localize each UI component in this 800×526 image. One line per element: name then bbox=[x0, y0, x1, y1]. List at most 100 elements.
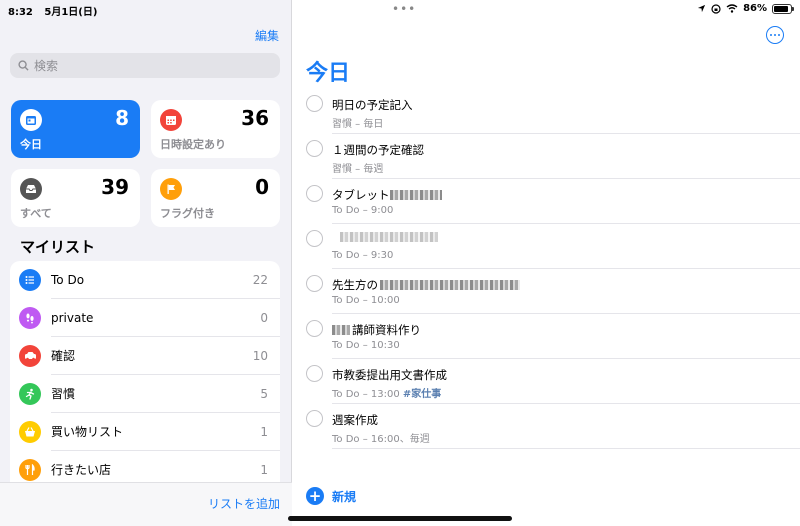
calendar-icon bbox=[20, 109, 42, 131]
all-count: 39 bbox=[101, 175, 129, 199]
task-title[interactable]: 講師資料作り bbox=[332, 322, 421, 338]
redacted-text bbox=[340, 232, 438, 242]
task-checkbox[interactable] bbox=[306, 365, 323, 382]
running-icon bbox=[19, 383, 41, 405]
task-subtitle: To Do – 9:00 bbox=[332, 205, 394, 216]
redacted-text bbox=[380, 280, 520, 290]
task-checkbox[interactable] bbox=[306, 230, 323, 247]
edit-button[interactable]: 編集 bbox=[255, 27, 279, 44]
task-tag[interactable]: #家仕事 bbox=[403, 389, 441, 400]
task-row: １週間の予定確認 習慣 – 毎週 bbox=[306, 135, 800, 180]
task-checkbox[interactable] bbox=[306, 410, 323, 427]
search-placeholder: 検索 bbox=[34, 59, 59, 73]
sidebar: 編集 検索 8 今日 36 日時設定あり 39 すべて 0 フラグ付き マイリス… bbox=[0, 0, 292, 526]
task-title-text: 先生方の bbox=[332, 278, 378, 292]
lock-rotation-icon bbox=[711, 3, 721, 14]
task-title[interactable]: 週案作成 bbox=[332, 412, 378, 428]
redacted-text bbox=[389, 190, 442, 200]
task-subtitle: To Do – 10:00 bbox=[332, 295, 400, 306]
task-row: 市教委提出用文書作成 To Do – 13:00 #家仕事 bbox=[306, 360, 800, 405]
list-icon bbox=[19, 269, 41, 291]
status-bar-right: 86% bbox=[697, 3, 794, 14]
task-subtitle: To Do – 10:30 bbox=[332, 340, 400, 351]
my-lists: To Do 22 private 0 確認 10 習慣 5 買い物リスト 1 行… bbox=[10, 261, 280, 483]
list-name: 確認 bbox=[51, 337, 280, 375]
task-title-text: １週間の予定確認 bbox=[332, 143, 424, 157]
task-checkbox[interactable] bbox=[306, 95, 323, 112]
task-title[interactable]: 明日の予定記入 bbox=[332, 97, 413, 113]
list-name: 行きたい店 bbox=[51, 463, 112, 477]
page-title: 今日 bbox=[306, 61, 351, 86]
task-subtitle: To Do – 13:00 #家仕事 bbox=[332, 385, 441, 400]
task-checkbox[interactable] bbox=[306, 320, 323, 337]
more-options-icon[interactable] bbox=[766, 26, 784, 44]
list-name: 買い物リスト bbox=[51, 413, 280, 451]
list-count: 22 bbox=[252, 273, 268, 287]
list-item-shopping[interactable]: 買い物リスト 1 bbox=[10, 413, 280, 451]
list-name: To Do bbox=[51, 261, 280, 299]
add-list-button[interactable]: リストを追加 bbox=[208, 495, 280, 512]
today-count: 8 bbox=[115, 106, 129, 130]
footprints-icon bbox=[19, 307, 41, 329]
search-field[interactable]: 検索 bbox=[10, 53, 280, 78]
task-title[interactable]: タブレット bbox=[332, 187, 442, 203]
status-time: 8:32 bbox=[8, 7, 33, 18]
status-date: 5月1日(日) bbox=[44, 7, 98, 18]
task-title[interactable]: １週間の予定確認 bbox=[332, 142, 424, 158]
task-checkbox[interactable] bbox=[306, 185, 323, 202]
task-row: 先生方の To Do – 10:00 bbox=[306, 270, 800, 315]
task-subtitle: To Do – 16:00、毎週 bbox=[332, 434, 430, 445]
task-title-text: タブレット bbox=[332, 188, 390, 202]
task-checkbox[interactable] bbox=[306, 140, 323, 157]
today-label: 今日 bbox=[20, 138, 42, 151]
smart-list-all[interactable]: 39 すべて bbox=[11, 169, 140, 227]
task-subtitle: 習慣 – 毎週 bbox=[332, 164, 384, 175]
smart-list-today[interactable]: 8 今日 bbox=[11, 100, 140, 158]
battery-icon bbox=[772, 3, 794, 14]
task-title[interactable]: 先生方の bbox=[332, 277, 520, 293]
list-name: private bbox=[51, 299, 280, 337]
task-title-text: 週案作成 bbox=[332, 413, 378, 427]
task-title[interactable] bbox=[332, 232, 438, 242]
smart-list-flagged[interactable]: 0 フラグ付き bbox=[151, 169, 280, 227]
list-count: 5 bbox=[260, 387, 268, 401]
all-label: すべて bbox=[20, 207, 52, 220]
task-title[interactable]: 市教委提出用文書作成 bbox=[332, 367, 447, 383]
list-count: 1 bbox=[260, 425, 268, 439]
basket-icon bbox=[19, 421, 41, 443]
list-item-todo[interactable]: To Do 22 bbox=[10, 261, 280, 299]
list-count: 1 bbox=[260, 463, 268, 477]
task-row: To Do – 9:30 bbox=[306, 225, 800, 270]
home-indicator[interactable] bbox=[288, 516, 512, 521]
task-subtitle-text: To Do – 13:00 bbox=[332, 389, 400, 400]
redacted-text bbox=[332, 325, 350, 335]
multitask-dots-icon[interactable]: ••• bbox=[392, 2, 416, 16]
task-checkbox[interactable] bbox=[306, 275, 323, 292]
task-title-text: 講師資料作り bbox=[352, 323, 421, 337]
list-item-restaurants[interactable]: 行きたい店 1 bbox=[10, 451, 280, 483]
location-icon bbox=[697, 4, 706, 13]
flagged-count: 0 bbox=[255, 175, 269, 199]
task-title-text: 市教委提出用文書作成 bbox=[332, 368, 447, 382]
list-count: 0 bbox=[260, 311, 268, 325]
smart-list-scheduled[interactable]: 36 日時設定あり bbox=[151, 100, 280, 158]
search-icon bbox=[18, 60, 29, 71]
status-bar-left: 8:32 5月1日(日) bbox=[8, 3, 105, 18]
battery-percent: 86% bbox=[743, 3, 767, 14]
sidebar-footer: リストを追加 bbox=[0, 482, 292, 526]
list-item-confirm[interactable]: 確認 10 bbox=[10, 337, 280, 375]
my-lists-heading: マイリスト bbox=[20, 238, 96, 256]
scheduled-label: 日時設定あり bbox=[160, 138, 226, 151]
task-subtitle: 習慣 – 毎日 bbox=[332, 119, 384, 130]
task-row: 明日の予定記入 習慣 – 毎日 bbox=[306, 90, 800, 135]
flagged-label: フラグ付き bbox=[160, 207, 215, 220]
list-item-habit[interactable]: 習慣 5 bbox=[10, 375, 280, 413]
task-row: タブレット To Do – 9:00 bbox=[306, 180, 800, 225]
calendar-grid-icon bbox=[160, 109, 182, 131]
fork-knife-icon bbox=[19, 459, 41, 481]
new-reminder-button[interactable]: + 新規 bbox=[306, 487, 356, 505]
list-item-private[interactable]: private 0 bbox=[10, 299, 280, 337]
task-list: 明日の予定記入 習慣 – 毎日 １週間の予定確認 習慣 – 毎週 タブレット T… bbox=[306, 90, 800, 450]
plus-icon: + bbox=[306, 487, 324, 505]
new-reminder-label: 新規 bbox=[332, 489, 357, 504]
